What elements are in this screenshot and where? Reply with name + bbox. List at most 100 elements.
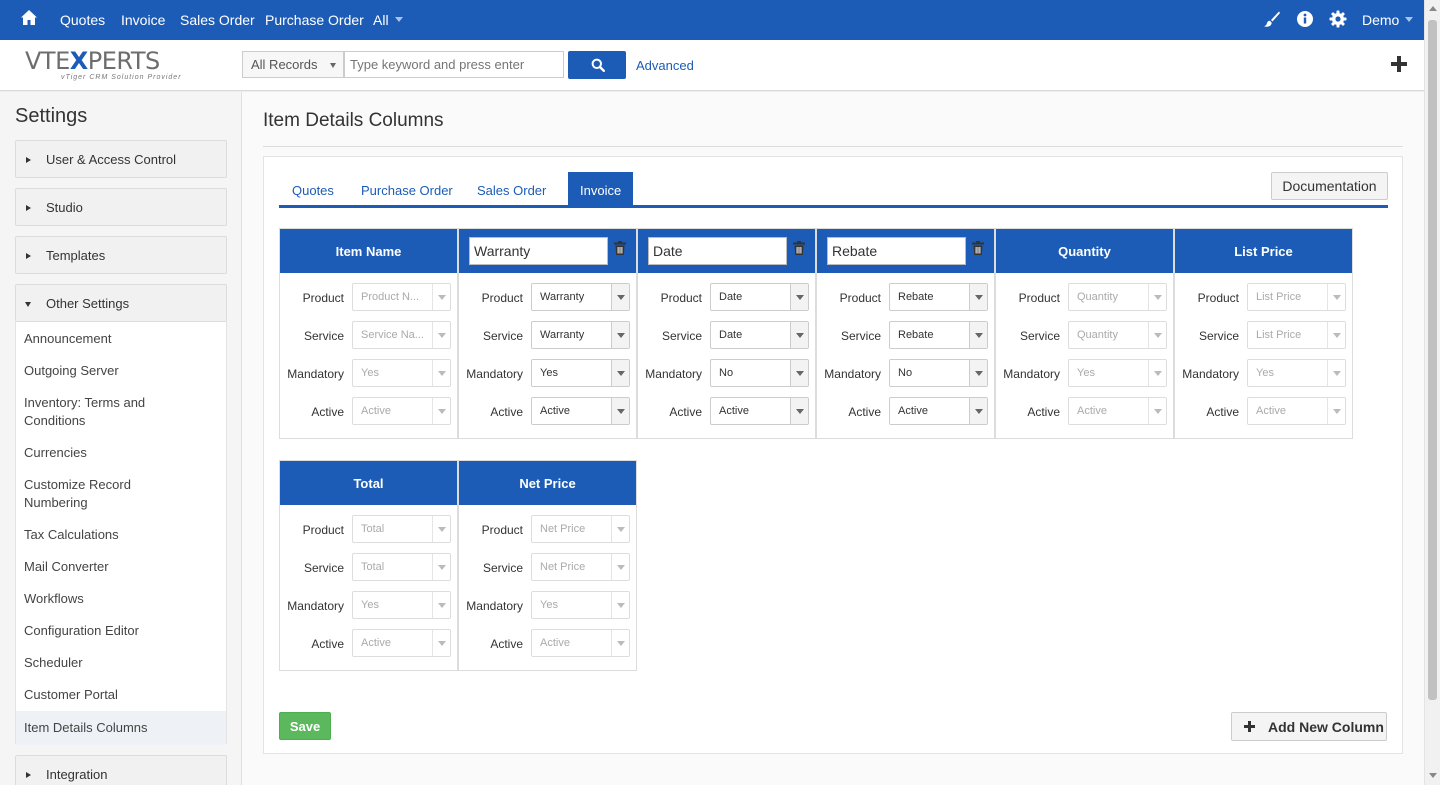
paintbrush-icon[interactable] [1263, 10, 1281, 28]
home-icon[interactable] [20, 9, 38, 27]
nav-all-menu[interactable]: All [373, 12, 403, 28]
logo-tagline: vTiger CRM Solution Provider [61, 74, 182, 81]
user-menu[interactable]: Demo [1362, 12, 1414, 28]
sidebar-panel-integration[interactable]: Integration [15, 755, 227, 785]
nav-sales-order[interactable]: Sales Order [180, 12, 255, 28]
documentation-button[interactable]: Documentation [1271, 172, 1388, 200]
service-select[interactable]: Date [710, 321, 809, 349]
settings-sidebar: Settings User & Access Control Studio Te… [0, 92, 242, 785]
sidebar-item-configuration-editor[interactable]: Configuration Editor [24, 622, 214, 640]
select-value: Yes [361, 599, 379, 611]
scroll-down-arrow-icon[interactable] [1429, 773, 1437, 778]
service-select: Service Na... [352, 321, 451, 349]
quick-create-plus-icon[interactable] [1390, 55, 1408, 73]
active-select[interactable]: Active [710, 397, 809, 425]
select-value: Total [361, 523, 385, 535]
search-button[interactable] [568, 51, 626, 79]
column-header: Quantity [996, 229, 1173, 273]
product-select[interactable]: Warranty [531, 283, 630, 311]
mandatory-select[interactable]: Yes [531, 359, 630, 387]
service-label: Service [482, 329, 523, 343]
info-icon[interactable] [1296, 10, 1314, 28]
scrollbar-thumb[interactable] [1428, 20, 1437, 700]
item-details-card: Quotes Purchase Order Sales Order Invoic… [263, 156, 1403, 754]
add-new-column-button[interactable]: Add New Column [1231, 712, 1387, 741]
column-card-net-price: Net Price Product Net Price Service Net Pric… [458, 460, 637, 671]
column-header-label: Net Price [519, 476, 576, 491]
user-label: Demo [1362, 12, 1400, 28]
page-scrollbar[interactable] [1424, 0, 1440, 785]
sidebar-item-tax-calculations[interactable]: Tax Calculations [24, 526, 214, 544]
select-value: Quantity [1077, 291, 1118, 303]
column-name-input[interactable] [648, 237, 787, 265]
product-select[interactable]: Rebate [889, 283, 988, 311]
trash-icon[interactable] [972, 241, 984, 255]
nav-quotes[interactable]: Quotes [60, 12, 105, 28]
mandatory-select: Yes [352, 359, 451, 387]
sidebar-item-item-details-columns[interactable]: Item Details Columns [16, 711, 226, 745]
sidebar-item-outgoing-server[interactable]: Outgoing Server [24, 362, 214, 380]
sidebar-item-customize-record-numbering[interactable]: Customize Record Numbering [24, 476, 144, 512]
sidebar-panel-other-settings[interactable]: Other Settings [15, 284, 227, 322]
sidebar-item-scheduler[interactable]: Scheduler [24, 654, 214, 672]
advanced-search-link[interactable]: Advanced [636, 58, 694, 73]
mandatory-label: Mandatory [1003, 367, 1060, 381]
column-header-label: Quantity [1058, 244, 1111, 259]
mandatory-select: Yes [531, 591, 630, 619]
nav-invoice[interactable]: Invoice [121, 12, 165, 28]
top-navbar: Quotes Invoice Sales Order Purchase Orde… [0, 0, 1424, 40]
chevron-down-icon [790, 322, 808, 348]
select-value: No [898, 367, 913, 379]
chevron-down-icon [432, 516, 450, 542]
tab-purchase-order[interactable]: Purchase Order [361, 172, 453, 207]
sidebar-item-workflows[interactable]: Workflows [24, 590, 214, 608]
select-value: Warranty [540, 329, 585, 341]
product-select[interactable]: Date [710, 283, 809, 311]
sidebar-item-currencies[interactable]: Currencies [24, 444, 214, 462]
save-button[interactable]: Save [279, 712, 331, 740]
tab-invoice[interactable]: Invoice [568, 172, 634, 207]
active-select[interactable]: Active [889, 397, 988, 425]
select-value: Rebate [898, 329, 934, 341]
column-header [459, 229, 636, 273]
sidebar-panel-studio[interactable]: Studio [15, 188, 227, 226]
active-select[interactable]: Active [531, 397, 630, 425]
chevron-down-icon [1327, 322, 1345, 348]
sidebar-item-customer-portal[interactable]: Customer Portal [24, 686, 214, 704]
sidebar-item-inventory-terms[interactable]: Inventory: Terms and Conditions [24, 394, 164, 430]
search-input[interactable] [344, 51, 564, 78]
product-label: Product [481, 523, 523, 537]
active-select: Active [1068, 397, 1167, 425]
mandatory-select[interactable]: No [710, 359, 809, 387]
sidebar-panel-user-access-control[interactable]: User & Access Control [15, 140, 227, 178]
service-select[interactable]: Rebate [889, 321, 988, 349]
records-select[interactable]: All Records [242, 51, 344, 78]
chevron-down-icon [969, 398, 987, 424]
service-label: Service [1019, 329, 1060, 343]
sidebar-panel-templates[interactable]: Templates [15, 236, 227, 274]
mandatory-label: Mandatory [466, 367, 523, 381]
gear-icon[interactable] [1329, 10, 1347, 28]
select-value: Yes [1256, 367, 1274, 379]
nav-purchase-order[interactable]: Purchase Order [265, 12, 364, 28]
mandatory-label: Mandatory [1182, 367, 1239, 381]
service-select[interactable]: Warranty [531, 321, 630, 349]
sidebar-item-mail-converter[interactable]: Mail Converter [24, 558, 214, 576]
active-label: Active [1206, 405, 1239, 419]
scroll-up-arrow-icon[interactable] [1429, 6, 1437, 11]
mandatory-select[interactable]: No [889, 359, 988, 387]
tab-sales-order[interactable]: Sales Order [477, 172, 546, 207]
tab-quotes[interactable]: Quotes [292, 172, 334, 207]
select-value: Warranty [540, 291, 585, 303]
active-select: Active [531, 629, 630, 657]
tab-underline [279, 205, 1388, 208]
trash-icon[interactable] [614, 241, 626, 255]
trash-icon[interactable] [793, 241, 805, 255]
chevron-down-icon [432, 592, 450, 618]
company-logo[interactable]: VTEXPERTS vTiger CRM Solution Provider [25, 47, 185, 87]
column-name-input[interactable] [827, 237, 966, 265]
select-value: List Price [1256, 329, 1302, 341]
product-select: List Price [1247, 283, 1346, 311]
column-name-input[interactable] [469, 237, 608, 265]
sidebar-item-announcement[interactable]: Announcement [24, 330, 214, 348]
